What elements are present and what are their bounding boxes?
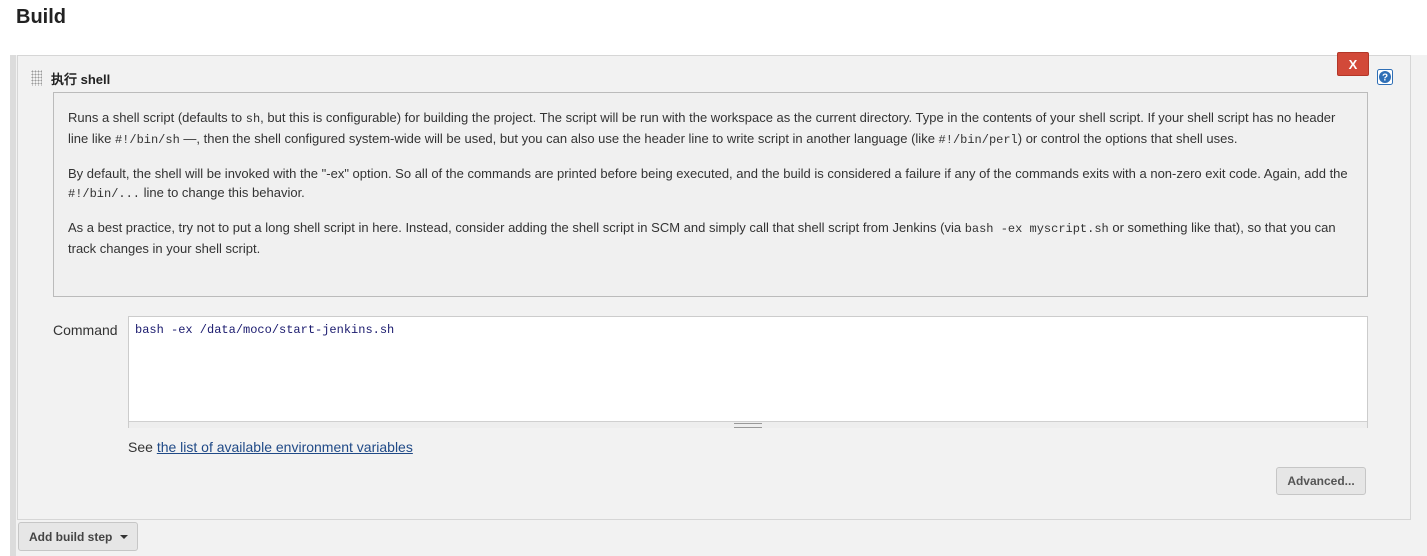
help-code: #!/bin/sh xyxy=(114,133,180,147)
add-build-step-button[interactable]: Add build step xyxy=(18,522,138,551)
help-paragraph-1: Runs a shell script (defaults to sh, but… xyxy=(68,108,1353,150)
resize-grip-icon[interactable] xyxy=(734,423,762,428)
env-prefix: See xyxy=(128,439,157,455)
page-title: Build xyxy=(16,6,66,28)
help-code: #!/bin/perl xyxy=(938,133,1018,147)
help-text: As a best practice, try not to put a lon… xyxy=(68,220,965,235)
help-code: sh xyxy=(245,112,261,126)
help-code: #!/bin/... xyxy=(68,187,141,201)
help-paragraph-3: As a best practice, try not to put a lon… xyxy=(68,218,1353,258)
help-code: bash -ex myscript.sh xyxy=(964,222,1109,236)
help-text: line to change this behavior. xyxy=(140,185,305,200)
svg-text:?: ? xyxy=(1382,73,1388,84)
chevron-down-icon xyxy=(120,534,129,539)
step-title: 执行 shell xyxy=(51,72,111,87)
help-text-box: Runs a shell script (defaults to sh, but… xyxy=(53,92,1368,297)
command-label: Command xyxy=(53,322,118,338)
help-text: —, then the shell configured system-wide… xyxy=(179,131,939,146)
command-textarea[interactable]: bash -ex /data/moco/start-jenkins.sh xyxy=(128,316,1368,428)
help-text: Runs a shell script (defaults to xyxy=(68,110,246,125)
delete-step-button[interactable]: X xyxy=(1337,52,1369,76)
env-vars-link[interactable]: the list of available environment variab… xyxy=(157,439,413,455)
advanced-button[interactable]: Advanced... xyxy=(1276,467,1366,495)
question-mark-help-icon[interactable]: ? xyxy=(1377,69,1393,85)
help-text: ) or control the options that shell uses… xyxy=(1017,131,1238,146)
env-vars-line: See the list of available environment va… xyxy=(128,439,413,455)
help-paragraph-2: By default, the shell will be invoked wi… xyxy=(68,164,1353,204)
drag-handle-icon[interactable] xyxy=(31,70,42,86)
add-step-label: Add build step xyxy=(29,529,113,544)
help-text: By default, the shell will be invoked wi… xyxy=(68,166,1348,181)
section-left-rail xyxy=(10,55,16,556)
